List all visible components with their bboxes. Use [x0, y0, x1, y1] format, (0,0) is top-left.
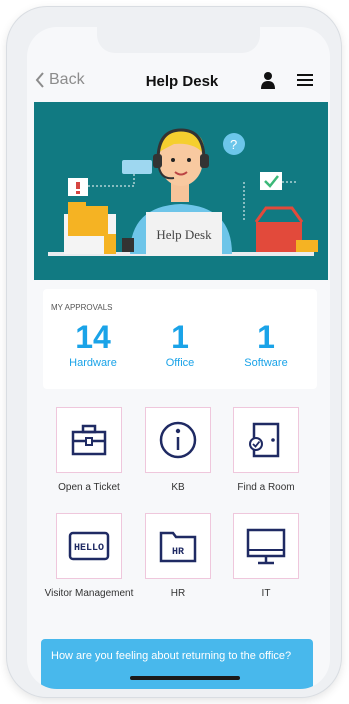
help-desk-illustration: ? Help Desk [34, 102, 328, 280]
my-approvals-card: MY APPROVALS 14 Hardware 1 Office 1 Soft… [43, 289, 317, 389]
tile-icon-box [56, 407, 122, 473]
hello-badge-icon: HELLO [68, 531, 110, 561]
back-button[interactable]: Back [35, 71, 85, 89]
approval-count: 1 [171, 319, 189, 355]
tile-icon-box [233, 407, 299, 473]
phone-frame: Back Help Desk ? Help Desk MY APPROVALS … [7, 7, 341, 697]
desk-sign-text: Help Desk [156, 227, 212, 242]
approval-count: 1 [257, 319, 275, 355]
approval-label: Office [165, 357, 195, 369]
back-label: Back [49, 71, 85, 88]
notch [97, 27, 260, 53]
tile-icon-box [145, 407, 211, 473]
approval-software[interactable]: 1 Software [221, 319, 311, 369]
tile-label: Find a Room [237, 482, 295, 493]
tile-kb[interactable]: KB [133, 407, 223, 494]
person-icon[interactable] [259, 71, 277, 89]
door-icon [249, 422, 280, 458]
feedback-banner[interactable]: How are you feeling about returning to t… [41, 639, 313, 689]
tile-label: HR [170, 588, 186, 599]
tile-hr[interactable]: HR HR [133, 513, 223, 600]
chevron-left-icon [35, 72, 44, 88]
monitor-icon [246, 528, 286, 565]
hamburger-menu-icon[interactable] [297, 73, 313, 87]
tile-label: Open a Ticket [58, 482, 120, 493]
tile-label: KB [171, 482, 185, 493]
hello-badge-text: HELLO [74, 543, 104, 554]
app-screen: Back Help Desk ? Help Desk MY APPROVALS … [27, 27, 330, 689]
approval-hardware[interactable]: 14 Hardware [48, 319, 138, 369]
tile-label: Visitor Management [44, 588, 134, 599]
svg-text:?: ? [230, 137, 237, 152]
tile-label: IT [261, 588, 271, 599]
tile-icon-box: HR [145, 513, 211, 579]
banner-text: How are you feeling about returning to t… [51, 650, 292, 662]
approval-label: Software [244, 357, 288, 369]
approval-label: Hardware [69, 357, 117, 369]
tile-icon-box [233, 513, 299, 579]
approvals-heading: MY APPROVALS [51, 303, 113, 312]
tile-it[interactable]: IT [221, 513, 311, 600]
info-icon [159, 421, 197, 459]
approval-count: 14 [75, 319, 111, 355]
hero-banner: ? Help Desk [34, 102, 328, 280]
tile-visitor-management[interactable]: HELLO Visitor Management [44, 513, 134, 600]
tile-icon-box: HELLO [56, 513, 122, 579]
tile-find-a-room[interactable]: Find a Room [221, 407, 311, 494]
home-indicator[interactable] [130, 676, 240, 680]
toolbox-icon [71, 424, 107, 456]
folder-icon-text: HR [172, 547, 184, 558]
folder-icon: HR [159, 531, 197, 563]
page-title: Help Desk [145, 73, 219, 90]
approval-office[interactable]: 1 Office [135, 319, 225, 369]
nav-bar: Back Help Desk [27, 61, 330, 101]
tile-open-a-ticket[interactable]: Open a Ticket [44, 407, 134, 494]
